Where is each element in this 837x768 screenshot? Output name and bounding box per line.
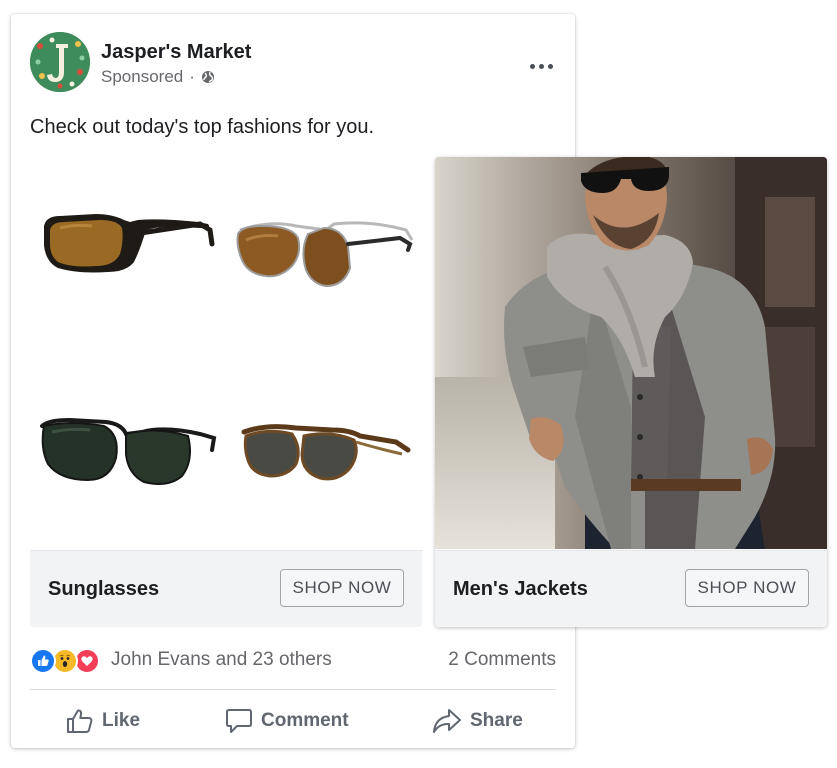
engagement-bar: John Evans and 23 others 2 Comments <box>30 647 556 674</box>
dot-icon <box>529 63 535 69</box>
jasper-logo-icon <box>30 32 90 92</box>
like-icon <box>30 648 56 674</box>
page-avatar[interactable] <box>30 32 90 92</box>
share-label: Share <box>470 710 523 731</box>
more-options-button[interactable] <box>527 58 555 74</box>
mens-jacket-product-image[interactable] <box>435 157 827 549</box>
reaction-names[interactable]: John Evans and 23 others <box>111 649 332 671</box>
dot-icon <box>547 63 553 69</box>
card-footer: Men's Jackets SHOP NOW <box>435 550 827 627</box>
like-button[interactable]: Like <box>66 703 140 739</box>
card-title[interactable]: Men's Jackets <box>453 578 588 601</box>
comment-button[interactable]: Comment <box>225 703 349 739</box>
sponsored-label[interactable]: Sponsored <box>101 67 183 87</box>
shop-now-button[interactable]: SHOP NOW <box>685 569 809 607</box>
sunglasses-product-image[interactable] <box>30 158 422 550</box>
sponsored-row: Sponsored · <box>101 67 215 87</box>
shop-now-button[interactable]: SHOP NOW <box>280 569 404 607</box>
like-label: Like <box>102 710 141 731</box>
separator-dot: · <box>189 67 195 86</box>
carousel-card-sunglasses[interactable]: Sunglasses SHOP NOW <box>30 158 422 627</box>
comments-count[interactable]: 2 Comments <box>448 649 556 671</box>
page-name[interactable]: Jasper's Market <box>101 41 251 64</box>
share-arrow-icon <box>433 709 461 733</box>
globe-icon[interactable] <box>201 70 215 84</box>
card-footer: Sunglasses SHOP NOW <box>30 550 422 627</box>
comment-label: Comment <box>261 710 349 731</box>
comment-icon <box>226 709 252 733</box>
post-caption: Check out today's top fashions for you. <box>30 116 375 138</box>
thumbs-up-icon <box>67 709 93 733</box>
card-title[interactable]: Sunglasses <box>48 578 159 601</box>
reaction-icons[interactable] <box>30 648 104 674</box>
carousel-card-mens-jackets[interactable]: Men's Jackets SHOP NOW <box>435 157 827 627</box>
dot-icon <box>538 63 544 69</box>
divider <box>30 689 556 690</box>
share-button[interactable]: Share <box>432 703 523 739</box>
